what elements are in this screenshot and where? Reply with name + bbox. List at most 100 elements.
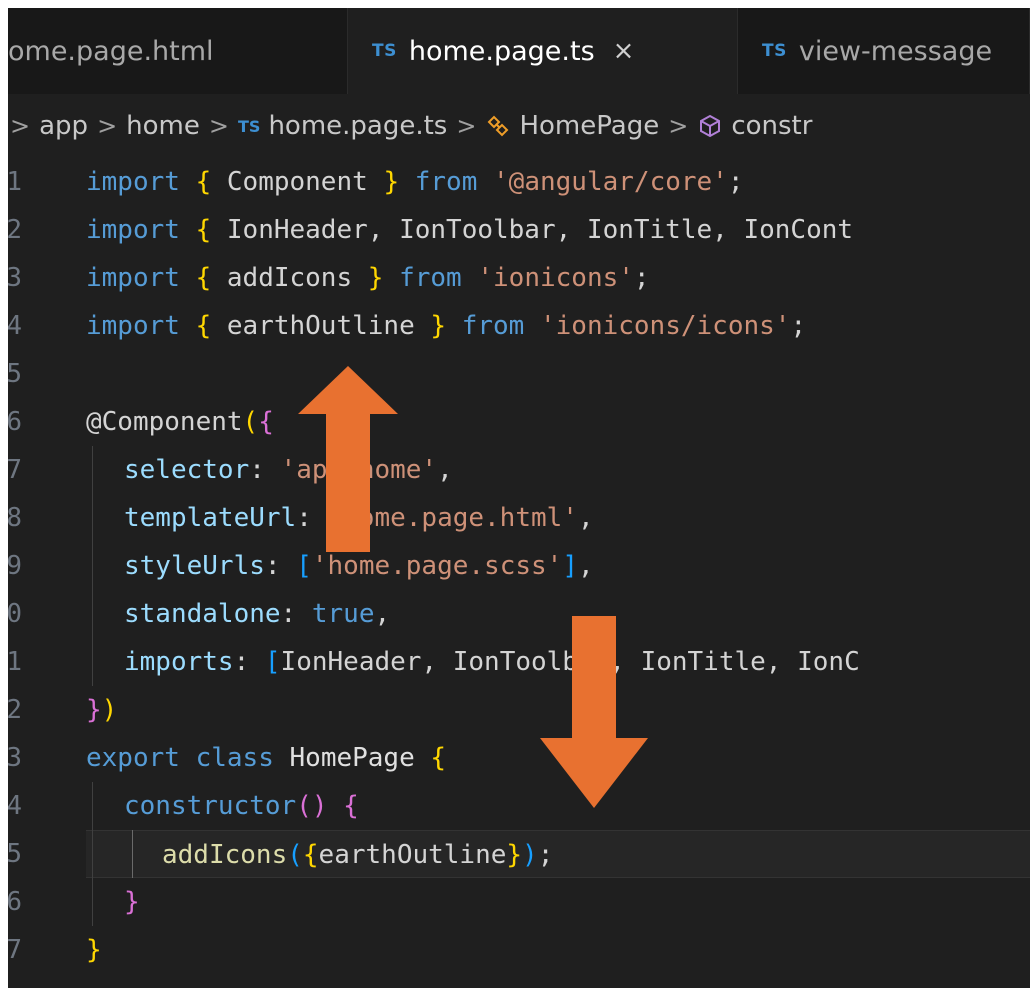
string: 'ionicons' bbox=[477, 263, 634, 293]
line-number: 1 bbox=[8, 167, 22, 197]
line-number: 5 bbox=[8, 839, 22, 869]
line-number: 9 bbox=[8, 551, 22, 581]
brace: } bbox=[124, 887, 140, 917]
keyword: import bbox=[86, 263, 180, 293]
brace: { bbox=[195, 167, 212, 197]
code-line-9: styleUrls: ['home.page.scss'], bbox=[124, 542, 1030, 590]
punctuation: : bbox=[233, 647, 265, 677]
code-line-2: import { IonHeader, IonToolbar, IonTitle… bbox=[86, 206, 1030, 254]
punctuation: , bbox=[577, 503, 594, 533]
paren: () bbox=[296, 791, 328, 821]
breadcrumb-separator: > bbox=[456, 112, 477, 140]
brace: } bbox=[506, 840, 523, 870]
property: selector bbox=[124, 455, 250, 485]
punctuation: : bbox=[249, 455, 281, 485]
tab-view-message[interactable]: TS view-message bbox=[738, 8, 1030, 94]
brace: } bbox=[430, 311, 447, 341]
breadcrumb-separator: > bbox=[208, 112, 229, 140]
bracket: ] bbox=[562, 551, 578, 581]
identifier: earthOutline bbox=[318, 840, 507, 870]
bracket: [ bbox=[264, 647, 281, 677]
code-line-3: import { addIcons } from 'ionicons'; bbox=[86, 254, 1030, 302]
identifier: IonHeader, IonToolbar, IonTitle, IonCont bbox=[226, 215, 854, 245]
keyword: import bbox=[86, 311, 180, 341]
line-number: 6 bbox=[8, 407, 22, 437]
code-line-16: } bbox=[124, 878, 1030, 926]
line-number: 3 bbox=[8, 263, 22, 293]
code-line-4: import { earthOutline } from 'ionicons/i… bbox=[86, 302, 1030, 350]
arrow-up-icon bbox=[298, 366, 398, 552]
indent-guide bbox=[92, 446, 93, 686]
punctuation: , bbox=[437, 455, 453, 485]
code-line-1: import { Component } from '@angular/core… bbox=[86, 158, 1030, 206]
identifier: Component bbox=[226, 167, 368, 197]
breadcrumb-separator: > bbox=[10, 112, 31, 140]
method-cube-icon bbox=[697, 113, 723, 139]
code-line-6: @Component({ bbox=[86, 398, 1030, 446]
punctuation: , bbox=[374, 599, 391, 629]
property: standalone bbox=[124, 599, 281, 629]
line-number: 8 bbox=[8, 503, 22, 533]
code-line-17: } bbox=[86, 926, 1030, 974]
brace: { bbox=[195, 311, 212, 341]
class-symbol-icon bbox=[485, 113, 511, 139]
string: '@angular/core' bbox=[493, 167, 728, 197]
breadcrumb-separator: > bbox=[97, 112, 118, 140]
punctuation: ; bbox=[727, 167, 744, 197]
keyword: from bbox=[414, 167, 478, 197]
code-editor[interactable]: 1 2 3 4 5 6 7 8 9 0 1 2 3 4 5 6 7 import… bbox=[8, 158, 1030, 988]
punctuation: ; bbox=[537, 840, 554, 870]
brace: { bbox=[195, 263, 212, 293]
code-line-8: templateUrl: 'home.page.html', bbox=[124, 494, 1030, 542]
string: 'ionicons/icons' bbox=[539, 311, 791, 341]
breadcrumb-item-class[interactable]: HomePage bbox=[519, 111, 659, 141]
breadcrumb-item-home[interactable]: home bbox=[126, 111, 200, 141]
punctuation: : bbox=[280, 599, 312, 629]
keyword: export bbox=[86, 743, 180, 773]
property: imports bbox=[124, 647, 234, 677]
tab-bar: ome.page.html TS home.page.ts × TS view-… bbox=[8, 8, 1030, 94]
breadcrumb-item-app[interactable]: app bbox=[39, 111, 88, 141]
class-name: HomePage bbox=[289, 743, 415, 773]
paren: ) bbox=[101, 695, 118, 725]
breadcrumb-item-method[interactable]: constr bbox=[731, 111, 812, 141]
keyword: class bbox=[195, 743, 274, 773]
punctuation: ; bbox=[633, 263, 650, 293]
brace: { bbox=[195, 215, 212, 245]
tab-home-page-ts[interactable]: TS home.page.ts × bbox=[348, 8, 738, 94]
keyword: import bbox=[86, 215, 180, 245]
line-number: 0 bbox=[8, 599, 22, 629]
keyword: from bbox=[461, 311, 525, 341]
typescript-file-icon: TS bbox=[762, 41, 787, 61]
punctuation: ; bbox=[790, 311, 807, 341]
keyword: constructor bbox=[124, 791, 297, 821]
decorator: @Component bbox=[86, 407, 243, 437]
string: 'home.page.scss' bbox=[311, 551, 563, 581]
paren: ( bbox=[242, 407, 259, 437]
keyword: from bbox=[399, 263, 462, 293]
bracket: [ bbox=[296, 551, 312, 581]
identifier: earthOutline bbox=[226, 311, 415, 341]
paren: ) bbox=[522, 840, 538, 870]
tab-home-page-html[interactable]: ome.page.html bbox=[8, 8, 348, 94]
breadcrumb-item-file[interactable]: home.page.ts bbox=[268, 111, 447, 141]
brace: } bbox=[86, 935, 102, 965]
line-number: 7 bbox=[8, 455, 22, 485]
code-line-7: selector: 'app-home', bbox=[124, 446, 1030, 494]
boolean: true bbox=[311, 599, 375, 629]
punctuation: , bbox=[577, 551, 594, 581]
typescript-file-icon: TS bbox=[238, 116, 261, 136]
brace: } bbox=[383, 167, 400, 197]
punctuation: : bbox=[264, 551, 297, 581]
tab-label: view-message bbox=[798, 35, 993, 67]
code-line-15-current[interactable]: addIcons({earthOutline}); bbox=[86, 830, 1030, 878]
line-number: 6 bbox=[8, 887, 22, 917]
tab-label: ome.page.html bbox=[8, 35, 214, 67]
brace: { bbox=[258, 407, 274, 437]
identifier: addIcons bbox=[226, 263, 353, 293]
breadcrumb: > app > home > TS home.page.ts > HomePag… bbox=[8, 104, 1030, 148]
line-number: 5 bbox=[8, 359, 22, 389]
close-icon[interactable]: × bbox=[613, 36, 635, 66]
line-number: 2 bbox=[8, 695, 22, 725]
line-number: 3 bbox=[8, 743, 22, 773]
